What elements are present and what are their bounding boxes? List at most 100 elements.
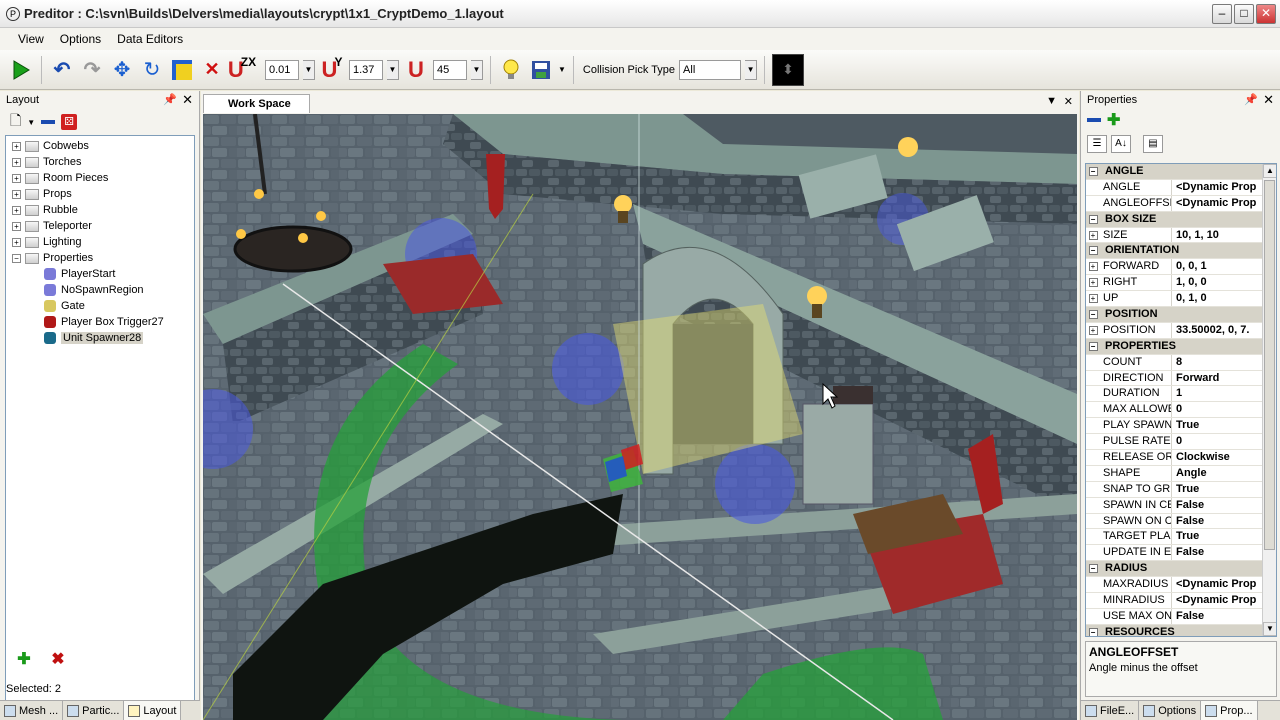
- tree-folder[interactable]: + Room Pieces: [6, 170, 194, 186]
- scroll-down-icon[interactable]: ▼: [1263, 622, 1276, 636]
- expand-icon[interactable]: +: [12, 173, 21, 183]
- snap-y-input[interactable]: 1.37: [349, 59, 383, 80]
- property-value[interactable]: Clockwise: [1172, 450, 1276, 465]
- property-value[interactable]: 1, 0, 0: [1172, 275, 1276, 290]
- save-view-button[interactable]: [528, 55, 554, 85]
- property-pages-button[interactable]: ▤: [1143, 135, 1163, 153]
- property-value[interactable]: 8: [1172, 355, 1276, 370]
- property-value[interactable]: False: [1172, 545, 1276, 560]
- property-category[interactable]: − ORIENTATION: [1086, 243, 1276, 260]
- tab-work-space[interactable]: Work Space: [203, 94, 310, 113]
- tree-folder[interactable]: − Properties: [6, 250, 194, 266]
- tree-folder[interactable]: + Lighting: [6, 234, 194, 250]
- alphabetical-view-button[interactable]: A↓: [1111, 135, 1131, 153]
- expand-icon[interactable]: +: [1088, 325, 1098, 335]
- property-row[interactable]: + POSITION 33.50002, 0, 7.: [1086, 322, 1276, 339]
- property-value[interactable]: Forward: [1172, 371, 1276, 386]
- property-category[interactable]: − POSITION: [1086, 307, 1276, 323]
- scale-tool-button[interactable]: [169, 55, 195, 85]
- property-category[interactable]: − BOX SIZE: [1086, 211, 1276, 228]
- property-row[interactable]: MAXRADIUS <Dynamic Prop: [1086, 577, 1276, 594]
- add-property-icon[interactable]: ✚: [1107, 110, 1120, 130]
- pin-icon[interactable]: 📌: [1244, 93, 1258, 106]
- maximize-button[interactable]: □: [1234, 4, 1254, 24]
- property-value[interactable]: 0: [1172, 434, 1276, 449]
- tab-properties[interactable]: Prop...: [1201, 701, 1258, 720]
- snap-zx-input[interactable]: 0.01: [265, 59, 299, 80]
- property-row[interactable]: MINRADIUS <Dynamic Prop: [1086, 593, 1276, 609]
- property-value[interactable]: True: [1172, 482, 1276, 497]
- snap-y-dropdown[interactable]: ▼: [387, 59, 399, 80]
- property-value[interactable]: 0, 0, 1: [1172, 259, 1276, 274]
- lighting-button[interactable]: [498, 55, 524, 85]
- scroll-thumb[interactable]: [1264, 180, 1275, 550]
- property-value[interactable]: <Dynamic Prop: [1172, 593, 1276, 608]
- close-tab-icon[interactable]: ✕: [1064, 95, 1073, 108]
- snap-angle-dropdown[interactable]: ▼: [471, 59, 483, 80]
- property-value[interactable]: False: [1172, 498, 1276, 513]
- collapse-icon[interactable]: −: [1088, 309, 1098, 319]
- collapse-icon[interactable]: [41, 120, 56, 124]
- property-row[interactable]: SPAWN ON C False: [1086, 513, 1276, 530]
- expand-icon[interactable]: +: [1088, 230, 1098, 240]
- property-grid-scrollbar[interactable]: ▲ ▼: [1262, 164, 1276, 636]
- property-row[interactable]: MAX ALLOWE 0: [1086, 402, 1276, 419]
- property-value[interactable]: True: [1172, 418, 1276, 433]
- remove-property-icon[interactable]: [1087, 118, 1101, 122]
- remove-button[interactable]: ✖: [47, 649, 69, 669]
- new-item-icon[interactable]: 🗋: [10, 110, 21, 134]
- expand-icon[interactable]: +: [12, 141, 21, 151]
- rotate-tool-button[interactable]: ↻: [139, 55, 165, 85]
- collapse-icon[interactable]: −: [1088, 627, 1098, 636]
- tree-node[interactable]: Unit Spawner28: [6, 330, 194, 346]
- collapse-icon[interactable]: −: [1088, 564, 1098, 574]
- property-row[interactable]: SPAWN IN CE False: [1086, 497, 1276, 514]
- property-row[interactable]: SHAPE Angle: [1086, 465, 1276, 482]
- redo-button[interactable]: ↷: [79, 55, 105, 85]
- property-row[interactable]: DIRECTION Forward: [1086, 370, 1276, 387]
- tree-folder[interactable]: + Rubble: [6, 202, 194, 218]
- tree-folder[interactable]: + Cobwebs: [6, 138, 194, 154]
- property-value[interactable]: 1: [1172, 386, 1276, 401]
- tree-node[interactable]: NoSpawnRegion: [6, 282, 194, 298]
- expand-icon[interactable]: +: [12, 237, 21, 247]
- property-row[interactable]: USE MAX ON False: [1086, 608, 1276, 625]
- property-row[interactable]: + FORWARD 0, 0, 1: [1086, 259, 1276, 276]
- property-value[interactable]: 33.50002, 0, 7.: [1172, 323, 1276, 338]
- tab-mesh[interactable]: Mesh ...: [0, 701, 64, 720]
- new-dropdown-icon[interactable]: ▼: [27, 118, 35, 127]
- tab-options[interactable]: Options: [1139, 701, 1202, 720]
- categorized-view-button[interactable]: ☰: [1087, 135, 1107, 153]
- minimize-button[interactable]: –: [1212, 4, 1232, 24]
- property-row[interactable]: UPDATE IN E False: [1086, 545, 1276, 562]
- property-value[interactable]: 0, 1, 0: [1172, 291, 1276, 306]
- property-value[interactable]: False: [1172, 609, 1276, 624]
- close-panel-icon[interactable]: ✕: [182, 92, 193, 108]
- snap-zx-dropdown[interactable]: ▼: [303, 59, 315, 80]
- property-value[interactable]: 0: [1172, 402, 1276, 417]
- property-value[interactable]: Angle: [1172, 466, 1276, 481]
- collapse-icon[interactable]: −: [12, 253, 21, 263]
- tree-folder[interactable]: + Props: [6, 186, 194, 202]
- tree-node[interactable]: Gate: [6, 298, 194, 314]
- delete-button[interactable]: ✕: [199, 55, 225, 85]
- collision-pick-dropdown[interactable]: ▼: [745, 59, 758, 80]
- pin-icon[interactable]: 📌: [163, 93, 177, 106]
- property-row[interactable]: + UP 0, 1, 0: [1086, 291, 1276, 308]
- scroll-up-icon[interactable]: ▲: [1263, 164, 1276, 178]
- add-button[interactable]: ✚: [13, 649, 35, 669]
- expand-icon[interactable]: +: [1088, 294, 1098, 304]
- property-row[interactable]: RELEASE OR Clockwise: [1086, 450, 1276, 466]
- snap-angle-toggle[interactable]: U: [403, 55, 429, 85]
- property-category[interactable]: − ANGLE: [1086, 164, 1276, 180]
- snap-y-toggle[interactable]: UY: [319, 55, 345, 85]
- property-value[interactable]: <Dynamic Prop: [1172, 577, 1276, 592]
- expand-icon[interactable]: +: [12, 205, 21, 215]
- property-row[interactable]: + RIGHT 1, 0, 0: [1086, 275, 1276, 292]
- close-button[interactable]: ✕: [1256, 4, 1276, 24]
- tab-file-explorer[interactable]: FileE...: [1081, 701, 1140, 720]
- play-button[interactable]: [8, 55, 34, 85]
- property-value[interactable]: True: [1172, 529, 1276, 544]
- save-view-dropdown-icon[interactable]: ▼: [558, 65, 566, 74]
- collapse-icon[interactable]: −: [1088, 246, 1098, 256]
